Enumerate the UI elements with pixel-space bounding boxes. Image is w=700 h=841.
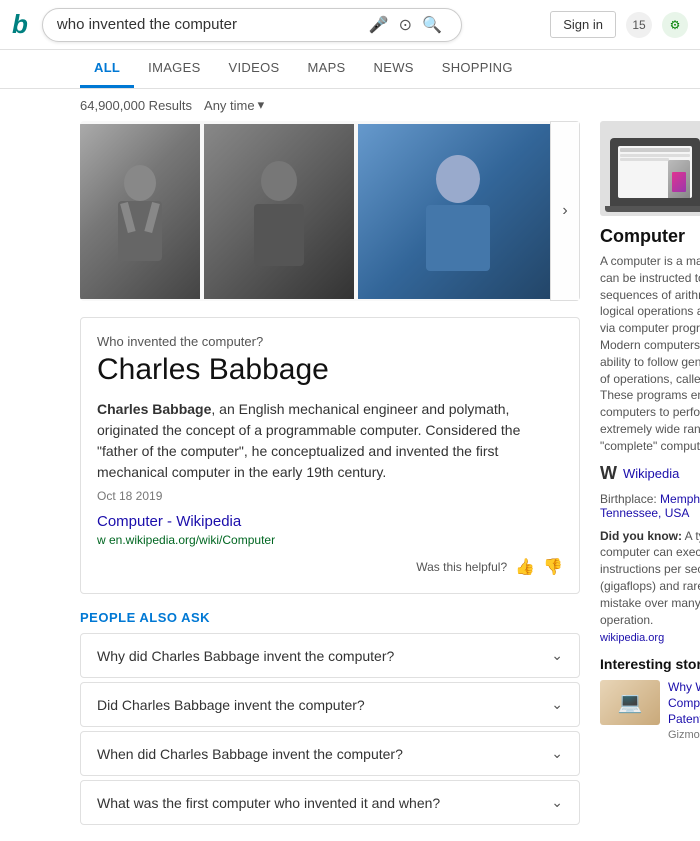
wikipedia-credit-link[interactable]: Wikipedia bbox=[623, 466, 679, 481]
birthplace-label: Birthplace: bbox=[600, 492, 657, 506]
notification-badge[interactable]: 15 bbox=[626, 12, 652, 38]
story-item-1: 💻 Why Was the Computer Never Patented? G… bbox=[600, 680, 700, 741]
results-meta: 64,900,000 Results Any time ▾ bbox=[0, 89, 700, 121]
header: b 🎤 ⊙ 🔍 Sign in 15 ⚙ bbox=[0, 0, 700, 50]
tab-news[interactable]: NEWS bbox=[360, 50, 428, 88]
rewards-icon[interactable]: ⚙ bbox=[662, 12, 688, 38]
person-silhouette-1 bbox=[110, 161, 170, 261]
did-you-know-text: A typical modern computer can execute bi… bbox=[600, 529, 700, 627]
bing-logo: b bbox=[12, 9, 28, 40]
did-you-know-label: Did you know: bbox=[600, 529, 682, 543]
tab-all[interactable]: ALL bbox=[80, 50, 134, 88]
answer-box: Who invented the computer? Charles Babba… bbox=[80, 317, 580, 594]
search-box-wrapper: 🎤 ⊙ 🔍 bbox=[42, 8, 462, 42]
wikipedia-link[interactable]: Computer - Wikipedia bbox=[97, 513, 563, 530]
story-meta-1: Gizmodo · 6/11/201... bbox=[668, 729, 700, 741]
wiki-url: w en.wikipedia.org/wiki/Computer bbox=[97, 533, 563, 547]
voice-search-button[interactable]: 🎤 bbox=[364, 15, 394, 35]
helpful-text: Was this helpful? bbox=[416, 560, 507, 574]
birthplace-row: Birthplace: Memphis, Tennessee, USA bbox=[600, 492, 700, 520]
tab-shopping[interactable]: SHOPPING bbox=[428, 50, 527, 88]
sign-in-button[interactable]: Sign in bbox=[550, 11, 616, 38]
chevron-down-icon-4: ⌄ bbox=[551, 794, 563, 811]
answer-description: Charles Babbage, an English mechanical e… bbox=[97, 399, 563, 483]
right-panel-title: Computer bbox=[600, 226, 700, 247]
right-panel-images: See all im... bbox=[600, 121, 700, 216]
carousel-images bbox=[80, 124, 550, 299]
paa-item-4[interactable]: What was the first computer who invented… bbox=[80, 780, 580, 825]
answer-question: Who invented the computer? bbox=[97, 334, 563, 349]
carousel-image-2[interactable] bbox=[204, 124, 354, 299]
thumbs-down-button[interactable]: 👎 bbox=[543, 557, 563, 577]
carousel-image-3[interactable] bbox=[358, 124, 550, 299]
visual-search-button[interactable]: ⊙ bbox=[394, 15, 417, 35]
chevron-down-icon-3: ⌄ bbox=[551, 745, 563, 762]
paa-question-1: Why did Charles Babbage invent the compu… bbox=[97, 648, 394, 664]
carousel-next-button[interactable]: › bbox=[550, 121, 580, 301]
story-thumbnail-1[interactable]: 💻 bbox=[600, 680, 660, 725]
did-you-know-source[interactable]: wikipedia.org bbox=[600, 632, 700, 644]
header-right: Sign in 15 ⚙ bbox=[550, 11, 688, 38]
people-also-ask: PEOPLE ALSO ASK Why did Charles Babbage … bbox=[80, 610, 580, 825]
paa-item-3[interactable]: When did Charles Babbage invent the comp… bbox=[80, 731, 580, 776]
person-silhouette-2 bbox=[244, 156, 314, 266]
wikipedia-w-logo: W bbox=[600, 463, 617, 484]
wikipedia-credit: W Wikipedia bbox=[600, 463, 700, 484]
carousel-image-1[interactable] bbox=[80, 124, 200, 299]
interesting-stories-title: Interesting stories Se... bbox=[600, 656, 700, 672]
paa-item-2[interactable]: Did Charles Babbage invent the computer?… bbox=[80, 682, 580, 727]
search-input[interactable] bbox=[57, 16, 364, 33]
paa-item-1[interactable]: Why did Charles Babbage invent the compu… bbox=[80, 633, 580, 678]
laptop-image[interactable] bbox=[600, 121, 700, 216]
tab-maps[interactable]: MAPS bbox=[293, 50, 359, 88]
chevron-down-icon-2: ⌄ bbox=[551, 696, 563, 713]
answer-name: Charles Babbage bbox=[97, 353, 563, 387]
story-title-1[interactable]: Why Was the Computer Never Patented? bbox=[668, 680, 700, 727]
paa-question-4: What was the first computer who invented… bbox=[97, 795, 440, 811]
person-silhouette-3 bbox=[418, 151, 498, 271]
tab-videos[interactable]: VIDEOS bbox=[215, 50, 294, 88]
answer-date: Oct 18 2019 bbox=[97, 489, 563, 503]
thumbs-up-button[interactable]: 👍 bbox=[515, 557, 535, 577]
image-carousel: › bbox=[80, 121, 580, 301]
paa-question-3: When did Charles Babbage invent the comp… bbox=[97, 746, 403, 762]
helpful-row: Was this helpful? 👍 👎 bbox=[97, 557, 563, 577]
paa-title: PEOPLE ALSO ASK bbox=[80, 610, 580, 625]
nav-tabs: ALL IMAGES VIDEOS MAPS NEWS SHOPPING bbox=[0, 50, 700, 89]
left-column: › Who invented the computer? Charles Bab… bbox=[80, 121, 580, 841]
search-button[interactable]: 🔍 bbox=[417, 15, 447, 35]
right-panel-description: A computer is a machine that can be inst… bbox=[600, 253, 700, 455]
paa-question-2: Did Charles Babbage invent the computer? bbox=[97, 697, 365, 713]
right-column: See all im... Computer A computer is a m… bbox=[600, 121, 700, 841]
story-text-1: Why Was the Computer Never Patented? Giz… bbox=[668, 680, 700, 741]
time-filter[interactable]: Any time ▾ bbox=[204, 97, 264, 113]
chevron-down-icon-1: ⌄ bbox=[551, 647, 563, 664]
main-content: › Who invented the computer? Charles Bab… bbox=[0, 121, 700, 841]
results-count: 64,900,000 Results bbox=[80, 98, 192, 113]
did-you-know: Did you know: A typical modern computer … bbox=[600, 528, 700, 629]
tab-images[interactable]: IMAGES bbox=[134, 50, 214, 88]
